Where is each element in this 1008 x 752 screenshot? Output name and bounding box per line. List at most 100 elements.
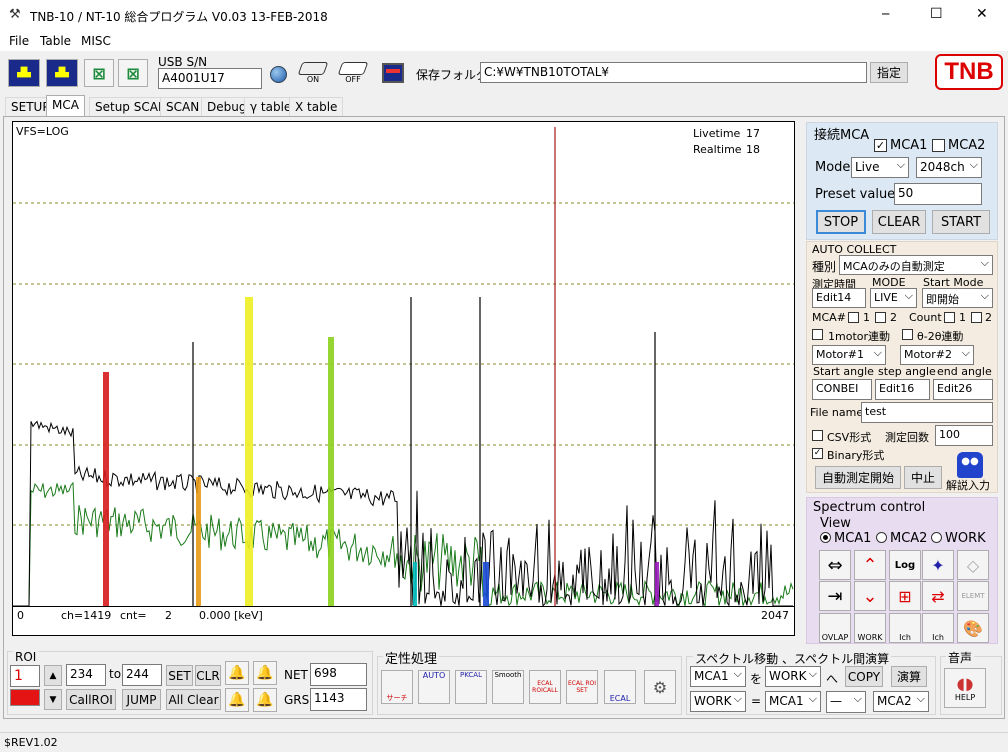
tab-mca[interactable]: MCA [46,95,85,117]
usb-serial-input[interactable]: A4001U17 [158,68,262,89]
ecal-roiset-icon[interactable]: ECAL ROI SET [566,670,598,704]
pkcal-icon[interactable]: PKCAL [455,670,487,704]
roi-set-button[interactable]: SET [166,665,193,686]
count2-input[interactable]: 100 [935,425,993,446]
ecal-icon[interactable]: ECAL [604,670,636,704]
ecal-roicall-icon[interactable]: ECAL ROICALL [529,670,561,704]
view-mca2-radio[interactable]: MCA2 [876,531,927,546]
expand-horizontal-icon[interactable]: ⇔ [819,550,851,580]
roi-clr-button[interactable]: CLR [195,665,221,686]
startmode-select[interactable]: 即開始 [922,288,993,308]
auto-mode-select[interactable]: LIVE [870,288,917,308]
step-angle-input[interactable]: Edit16 [875,379,930,400]
theta-link-checkbox[interactable] [902,329,913,340]
expand-vertical-icon[interactable]: ⌃ [854,550,886,580]
compress-horizontal-icon[interactable]: ⇥ [819,581,851,611]
help-speaker-icon[interactable]: ◖◗ HELP [944,668,986,708]
auto-peak-icon[interactable]: AUTO [418,670,450,704]
menu-misc[interactable]: MISC [81,34,111,48]
excel-save-icon[interactable]: ⊠ [118,59,148,87]
call-roi-button[interactable]: CallROI [66,689,116,710]
maximize-button[interactable]: ☐ [930,6,943,22]
time-input[interactable]: Edit14 [812,288,866,308]
move-source-select[interactable]: MCA1 [690,666,746,687]
end-angle-input[interactable]: Edit26 [933,379,993,400]
search-peak-icon[interactable]: サーチ [381,670,413,704]
roi-bell-left-up-icon[interactable]: 🔔 [225,661,249,685]
operator-select[interactable]: — [826,691,866,713]
palette-icon[interactable]: 🎨 [957,613,989,643]
roi-number-input[interactable]: 1 [10,665,40,687]
mca-num-2-checkbox[interactable] [875,312,886,323]
view-mca1-radio[interactable]: MCA1 [820,531,871,546]
roi-bell-left-down-icon[interactable]: 🔔 [225,688,249,712]
count-1-checkbox[interactable] [944,312,955,323]
roi-bell-right-down-icon[interactable]: 🔔 [253,688,277,712]
roi-to-input[interactable]: 244 [122,664,162,686]
smooth-icon[interactable]: Smooth [492,670,524,704]
op-right-select[interactable]: MCA2 [873,691,929,712]
mascot-icon[interactable]: ●● [957,452,983,478]
spectrum-plot[interactable]: VFS=LOG Livetime 17 Realtime 18 0 ch=141… [12,121,795,636]
start-button[interactable]: START [932,210,990,234]
roi-bell-right-up-icon[interactable]: 🔔 [253,661,277,685]
preset-input[interactable]: 50 [894,183,982,205]
spectrum-control-title: Spectrum control [813,500,926,515]
element-icon: ELEMT [957,581,989,611]
begin-auto-button[interactable]: 自動測定開始 [815,466,901,489]
motor1-select[interactable]: Motor#1 [812,345,886,365]
filename-input[interactable]: test [861,402,993,423]
roi-up-button[interactable]: ▲ [44,665,62,686]
channels-select[interactable]: 2048ch [916,157,982,178]
abort-auto-button[interactable]: 中止 [904,466,942,489]
close-button[interactable]: ✕ [976,6,988,22]
operate-button[interactable]: 演算 [891,666,927,687]
all-clear-button[interactable]: All Clear [166,689,221,710]
work-icon[interactable]: WORK [854,613,886,643]
folder-path-input[interactable]: C:¥W¥TNB10TOTAL¥ [480,62,867,83]
open-spectrum-icon[interactable]: ▟▙ [8,59,40,87]
roi-from-input[interactable]: 234 [66,664,106,686]
menu-table[interactable]: Table [40,34,71,48]
op-result-select[interactable]: WORK [690,691,746,712]
tab-scan[interactable]: SCAN [160,97,206,116]
excel-open-icon[interactable]: ⊠ [84,59,114,87]
move-dest-select[interactable]: WORK [765,666,821,687]
view-work-radio[interactable]: WORK [931,531,986,546]
roi-down-button[interactable]: ▼ [44,689,62,710]
stop-button[interactable]: STOP [816,210,866,234]
start-angle-input[interactable]: CONBEI [812,379,872,400]
save-spectrum-icon[interactable]: ▟▙ [46,59,78,87]
channel-right-icon[interactable]: Ich [922,613,954,643]
menu-file[interactable]: File [9,34,29,48]
browse-folder-button[interactable]: 指定 [870,62,908,83]
minimize-button[interactable]: ─ [882,7,889,21]
monitor-icon[interactable] [382,63,404,83]
motor2-select[interactable]: Motor#2 [900,345,974,365]
jump-button[interactable]: JUMP [122,689,161,710]
mode-select[interactable]: Live [851,157,909,178]
shift-left-icon[interactable]: ⊞ [889,581,921,611]
binary-checkbox[interactable]: ✓ [812,448,823,459]
count-2-checkbox[interactable] [971,312,982,323]
tab-x-table[interactable]: X table [289,97,344,116]
power-on-icon[interactable]: ON [297,62,329,88]
clear-button[interactable]: CLEAR [872,210,926,234]
mca2-checkbox[interactable] [932,139,945,152]
channel-left-icon[interactable]: Ich [889,613,921,643]
roi-color-swatch[interactable] [10,689,40,706]
power-off-icon[interactable]: OFF [337,62,369,88]
peak-search-icon[interactable]: ✦ [922,550,954,580]
shift-right-icon[interactable]: ⇄ [922,581,954,611]
kind-select[interactable]: MCAのみの自動測定 [839,255,993,275]
log-scale-icon[interactable]: Log [889,550,921,580]
overlap-icon[interactable]: OVLAP [819,613,851,643]
motor-link-checkbox[interactable] [812,329,823,340]
op-left-select[interactable]: MCA1 [765,691,821,712]
settings-tools-icon[interactable]: ⚙ [644,670,676,704]
csv-checkbox[interactable] [812,430,823,441]
copy-button[interactable]: COPY [845,666,883,687]
compress-vertical-icon[interactable]: ⌄ [854,581,886,611]
mca-num-1-checkbox[interactable] [848,312,859,323]
mca1-checkbox[interactable]: ✓ [874,139,887,152]
